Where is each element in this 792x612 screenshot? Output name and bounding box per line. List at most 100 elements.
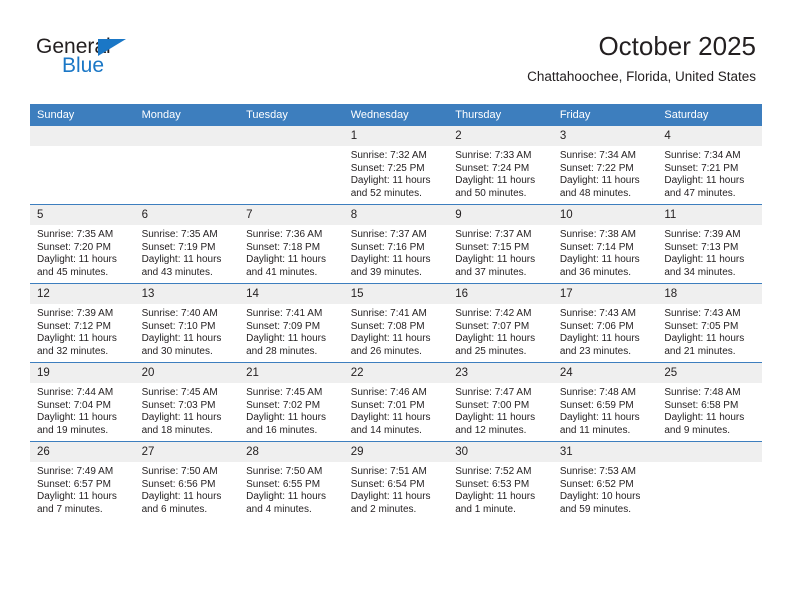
sunset-text: Sunset: 7:14 PM — [559, 241, 634, 253]
daylight-text: Daylight: 11 hours and 2 minutes. — [350, 491, 431, 515]
calendar-day-cell[interactable]: 22 Sunrise: 7:46 AM Sunset: 7:01 PM Dayligh… — [343, 362, 449, 442]
day-number: 20 — [134, 363, 240, 383]
calendar-day-cell[interactable]: 29 Sunrise: 7:51 AM Sunset: 6:54 PM Dayligh… — [343, 441, 449, 520]
calendar-body: 1 Sunrise: 7:32 AM Sunset: 7:25 PM Daylight… — [30, 126, 762, 520]
sunrise-text: Sunrise: 7:35 AM — [141, 229, 218, 240]
logo-text-blue: Blue — [62, 54, 105, 77]
sunrise-text: Sunrise: 7:42 AM — [455, 308, 532, 319]
calendar-day-cell[interactable]: 19 Sunrise: 7:44 AM Sunset: 7:04 PM Dayligh… — [30, 362, 135, 442]
calendar-day-cell[interactable]: 23 Sunrise: 7:47 AM Sunset: 7:00 PM Dayligh… — [448, 362, 553, 442]
day-details: Sunrise: 7:34 AM Sunset: 7:21 PM Daylight:… — [657, 146, 762, 200]
daylight-text: Daylight: 11 hours and 26 minutes. — [350, 333, 431, 357]
daylight-text: Daylight: 11 hours and 1 minute. — [455, 491, 536, 515]
sunrise-text: Sunrise: 7:37 AM — [455, 229, 532, 240]
sunset-text: Sunset: 7:13 PM — [664, 241, 739, 253]
calendar-day-cell[interactable]: 26 Sunrise: 7:49 AM Sunset: 6:57 PM Dayligh… — [30, 441, 135, 520]
calendar-day-cell[interactable]: 7 Sunrise: 7:36 AM Sunset: 7:18 PM Daylight… — [239, 204, 344, 284]
calendar-week-row: 19 Sunrise: 7:44 AM Sunset: 7:04 PM Dayligh… — [30, 362, 762, 442]
day-number — [30, 126, 135, 146]
day-number: 4 — [657, 126, 762, 146]
sunset-text: Sunset: 6:58 PM — [664, 399, 739, 411]
day-details: Sunrise: 7:41 AM Sunset: 7:08 PM Daylight:… — [344, 304, 449, 358]
day-number: 3 — [552, 126, 658, 146]
daylight-text: Daylight: 11 hours and 48 minutes. — [559, 175, 640, 199]
sunrise-text: Sunrise: 7:38 AM — [559, 229, 636, 240]
calendar-day-cell[interactable]: 5 Sunrise: 7:35 AM Sunset: 7:20 PM Daylight… — [30, 204, 135, 284]
calendar-day-cell[interactable]: 31 Sunrise: 7:53 AM Sunset: 6:52 PM Dayligh… — [552, 441, 658, 520]
day-details: Sunrise: 7:37 AM Sunset: 7:16 PM Daylight:… — [344, 225, 449, 279]
sunrise-text: Sunrise: 7:48 AM — [559, 387, 636, 398]
daylight-text: Daylight: 11 hours and 37 minutes. — [455, 254, 536, 278]
day-number: 7 — [239, 205, 344, 225]
calendar-day-cell[interactable]: 1 Sunrise: 7:32 AM Sunset: 7:25 PM Daylight… — [343, 126, 449, 205]
calendar-day-cell[interactable]: 27 Sunrise: 7:50 AM Sunset: 6:56 PM Dayligh… — [134, 441, 240, 520]
day-number: 23 — [448, 363, 553, 383]
day-number: 12 — [30, 284, 135, 304]
calendar-day-cell[interactable]: 11 Sunrise: 7:39 AM Sunset: 7:13 PM Dayligh… — [657, 204, 762, 284]
day-number — [657, 442, 762, 462]
day-details: Sunrise: 7:44 AM Sunset: 7:04 PM Daylight:… — [30, 383, 135, 437]
calendar-day-cell[interactable]: 4 Sunrise: 7:34 AM Sunset: 7:21 PM Daylight… — [657, 126, 762, 205]
calendar-day-cell[interactable]: 18 Sunrise: 7:43 AM Sunset: 7:05 PM Dayligh… — [657, 283, 762, 363]
calendar-day-cell[interactable]: 14 Sunrise: 7:41 AM Sunset: 7:09 PM Dayligh… — [239, 283, 344, 363]
sunrise-text: Sunrise: 7:39 AM — [664, 229, 741, 240]
day-number — [239, 126, 344, 146]
day-details: Sunrise: 7:33 AM Sunset: 7:24 PM Daylight:… — [448, 146, 553, 200]
sunset-text: Sunset: 7:02 PM — [246, 399, 321, 411]
sunrise-text: Sunrise: 7:32 AM — [350, 150, 427, 161]
page-header: General Blue October 2025 Chattahoochee,… — [0, 0, 792, 100]
calendar-day-cell[interactable]: 13 Sunrise: 7:40 AM Sunset: 7:10 PM Dayligh… — [134, 283, 240, 363]
daylight-text: Daylight: 11 hours and 6 minutes. — [141, 491, 222, 515]
calendar-day-cell[interactable]: 16 Sunrise: 7:42 AM Sunset: 7:07 PM Dayligh… — [448, 283, 553, 363]
day-details: Sunrise: 7:50 AM Sunset: 6:55 PM Daylight:… — [239, 462, 344, 516]
sunset-text: Sunset: 7:10 PM — [141, 320, 216, 332]
calendar-day-cell[interactable]: 24 Sunrise: 7:48 AM Sunset: 6:59 PM Dayligh… — [552, 362, 658, 442]
day-details: Sunrise: 7:46 AM Sunset: 7:01 PM Daylight:… — [344, 383, 449, 437]
calendar-day-cell[interactable]: 30 Sunrise: 7:52 AM Sunset: 6:53 PM Dayligh… — [448, 441, 553, 520]
daylight-text: Daylight: 11 hours and 41 minutes. — [246, 254, 326, 278]
sunset-text: Sunset: 6:56 PM — [141, 478, 216, 490]
day-details: Sunrise: 7:35 AM Sunset: 7:19 PM Daylight:… — [135, 225, 240, 279]
calendar-day-cell[interactable]: 6 Sunrise: 7:35 AM Sunset: 7:19 PM Daylight… — [134, 204, 240, 284]
day-details: Sunrise: 7:40 AM Sunset: 7:10 PM Daylight:… — [135, 304, 240, 358]
calendar-day-cell[interactable]: 17 Sunrise: 7:43 AM Sunset: 7:06 PM Dayligh… — [552, 283, 658, 363]
day-details: Sunrise: 7:32 AM Sunset: 7:25 PM Daylight:… — [344, 146, 449, 200]
daylight-text: Daylight: 11 hours and 25 minutes. — [455, 333, 536, 357]
sunset-text: Sunset: 7:09 PM — [246, 320, 321, 332]
day-details: Sunrise: 7:52 AM Sunset: 6:53 PM Daylight:… — [448, 462, 553, 516]
general-blue-logo[interactable]: General Blue — [36, 36, 216, 84]
calendar-day-cell[interactable]: 15 Sunrise: 7:41 AM Sunset: 7:08 PM Dayligh… — [343, 283, 449, 363]
sunset-text: Sunset: 7:24 PM — [455, 162, 530, 174]
calendar-day-cell[interactable]: 20 Sunrise: 7:45 AM Sunset: 7:03 PM Dayligh… — [134, 362, 240, 442]
calendar-day-cell[interactable]: 9 Sunrise: 7:37 AM Sunset: 7:15 PM Daylight… — [448, 204, 553, 284]
daylight-text: Daylight: 11 hours and 7 minutes. — [37, 491, 117, 515]
daylight-text: Daylight: 11 hours and 21 minutes. — [664, 333, 745, 357]
sunset-text: Sunset: 6:55 PM — [246, 478, 321, 490]
day-details: Sunrise: 7:36 AM Sunset: 7:18 PM Daylight:… — [239, 225, 344, 279]
calendar-day-cell[interactable]: 28 Sunrise: 7:50 AM Sunset: 6:55 PM Dayligh… — [239, 441, 344, 520]
day-number: 31 — [552, 442, 658, 462]
sunset-text: Sunset: 7:20 PM — [37, 241, 111, 253]
daylight-text: Daylight: 11 hours and 11 minutes. — [559, 412, 640, 436]
day-number: 22 — [343, 363, 449, 383]
weekday-header-tuesday: Tuesday — [239, 104, 344, 126]
calendar-day-cell[interactable]: 2 Sunrise: 7:33 AM Sunset: 7:24 PM Daylight… — [448, 126, 553, 205]
sunrise-text: Sunrise: 7:51 AM — [350, 466, 427, 477]
sunrise-text: Sunrise: 7:34 AM — [664, 150, 741, 161]
day-details: Sunrise: 7:41 AM Sunset: 7:09 PM Daylight:… — [239, 304, 344, 358]
day-details: Sunrise: 7:39 AM Sunset: 7:13 PM Daylight:… — [657, 225, 762, 279]
sunrise-text: Sunrise: 7:36 AM — [246, 229, 323, 240]
sunset-text: Sunset: 7:00 PM — [455, 399, 530, 411]
daylight-text: Daylight: 11 hours and 23 minutes. — [559, 333, 640, 357]
calendar-week-row: 12 Sunrise: 7:39 AM Sunset: 7:12 PM Dayligh… — [30, 283, 762, 363]
calendar-day-cell[interactable]: 21 Sunrise: 7:45 AM Sunset: 7:02 PM Dayligh… — [239, 362, 344, 442]
calendar-day-cell[interactable]: 3 Sunrise: 7:34 AM Sunset: 7:22 PM Daylight… — [552, 126, 658, 205]
calendar-day-cell[interactable]: 10 Sunrise: 7:38 AM Sunset: 7:14 PM Dayligh… — [552, 204, 658, 284]
calendar-day-cell[interactable]: 25 Sunrise: 7:48 AM Sunset: 6:58 PM Dayligh… — [657, 362, 762, 442]
daylight-text: Daylight: 11 hours and 39 minutes. — [350, 254, 431, 278]
sunrise-text: Sunrise: 7:48 AM — [664, 387, 741, 398]
day-details: Sunrise: 7:49 AM Sunset: 6:57 PM Daylight:… — [30, 462, 135, 516]
day-number: 26 — [30, 442, 135, 462]
calendar-day-cell[interactable]: 8 Sunrise: 7:37 AM Sunset: 7:16 PM Daylight… — [343, 204, 449, 284]
calendar-day-cell[interactable]: 12 Sunrise: 7:39 AM Sunset: 7:12 PM Dayligh… — [30, 283, 135, 363]
